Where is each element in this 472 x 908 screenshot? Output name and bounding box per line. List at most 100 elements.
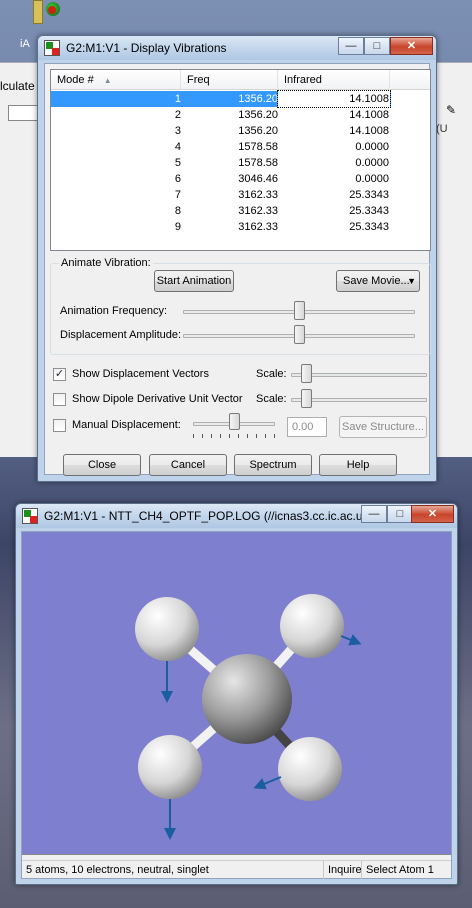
- table-row[interactable]: 9 3162.33 25.3343: [51, 219, 391, 235]
- display-vibrations-dialog: G2:M1:V1 - Display Vibrations — □ ✕ Mode…: [37, 35, 437, 482]
- cell-ir: 25.3343: [349, 205, 389, 217]
- cell-mode: 3: [174, 125, 181, 137]
- hydrogen-atom[interactable]: [278, 737, 342, 801]
- vector-scale-slider[interactable]: [301, 364, 312, 383]
- displacement-vector-arrow: [340, 634, 362, 646]
- show-dipole-checkbox[interactable]: [53, 393, 66, 406]
- manual-displacement-ticks: [193, 434, 275, 438]
- cell-ir: 0.0000: [355, 157, 389, 169]
- toolbar-edit-icon[interactable]: ✎: [446, 103, 456, 117]
- show-displacement-vectors-checkbox[interactable]: ✓: [53, 368, 66, 381]
- viewer-close-button[interactable]: ✕: [411, 505, 454, 523]
- cell-freq: 1578.58: [238, 157, 278, 169]
- spectrum-button[interactable]: Spectrum: [234, 454, 312, 476]
- gaussview-icon: [22, 508, 38, 524]
- scale-label: Scale:: [256, 368, 287, 380]
- cell-mode: 1: [174, 93, 181, 105]
- sort-arrow-icon: ▲: [103, 76, 112, 85]
- viewer-client: 5 atoms, 10 electrons, neutral, singlet …: [21, 531, 452, 879]
- carbon-atom[interactable]: [202, 654, 292, 744]
- cell-freq: 3162.33: [238, 205, 278, 217]
- toolbar-field[interactable]: [8, 105, 38, 121]
- table-row[interactable]: 2 1356.20 14.1008: [51, 107, 391, 123]
- cell-mode: 2: [174, 109, 181, 121]
- table-row[interactable]: 5 1578.58 0.0000: [51, 155, 391, 171]
- ch4-molecule-render[interactable]: [22, 532, 451, 855]
- column-mode[interactable]: Mode # ▲: [51, 70, 181, 90]
- cancel-button[interactable]: Cancel: [149, 454, 227, 476]
- hydrogen-atom[interactable]: [138, 735, 202, 799]
- cell-ir: 14.1008: [349, 109, 389, 121]
- save-structure-button[interactable]: Save Structure...: [339, 416, 427, 438]
- toolbar-dropdown[interactable]: (U: [436, 123, 448, 135]
- dialog-titlebar[interactable]: G2:M1:V1 - Display Vibrations — □ ✕: [38, 36, 436, 60]
- animate-vibration-group: Animate Vibration: Start Animation Save …: [50, 257, 431, 355]
- help-button[interactable]: Help: [319, 454, 397, 476]
- save-movie-button[interactable]: Save Movie... ▼: [336, 270, 420, 292]
- dialog-title: G2:M1:V1 - Display Vibrations: [66, 41, 227, 55]
- cell-mode: 9: [174, 221, 181, 233]
- status-inquire: Inquire: [323, 861, 362, 879]
- show-displacement-vectors-label: Show Displacement Vectors: [72, 368, 209, 380]
- viewer-minimize-button[interactable]: —: [361, 505, 387, 523]
- cell-freq: 1578.58: [238, 141, 278, 153]
- table-row[interactable]: 3 1356.20 14.1008: [51, 123, 391, 139]
- column-infrared[interactable]: Infrared: [278, 70, 390, 90]
- manual-displacement-checkbox[interactable]: [53, 419, 66, 432]
- cell-freq: 1356.20: [238, 125, 278, 137]
- cell-ir: 14.1008: [277, 90, 391, 108]
- table-row[interactable]: 7 3162.33 25.3343: [51, 187, 391, 203]
- cell-mode: 7: [174, 189, 181, 201]
- table-row[interactable]: 8 3162.33 25.3343: [51, 203, 391, 219]
- start-animation-button[interactable]: Start Animation: [154, 270, 234, 292]
- cell-freq: 3162.33: [238, 221, 278, 233]
- table-row[interactable]: 1 1356.20 14.1008: [51, 90, 391, 108]
- animation-frequency-slider[interactable]: [294, 301, 305, 320]
- table-row[interactable]: 6 3046.46 0.0000: [51, 171, 391, 187]
- cell-mode: 5: [174, 157, 181, 169]
- cell-freq: 1356.20: [238, 93, 278, 105]
- column-freq[interactable]: Freq: [181, 70, 278, 90]
- manual-displacement-slider[interactable]: [229, 413, 240, 430]
- status-select-atom: Select Atom 1: [361, 861, 434, 879]
- molecule-viewport[interactable]: [22, 532, 451, 855]
- table-row[interactable]: 4 1578.58 0.0000: [51, 139, 391, 155]
- vibration-modes-table[interactable]: Mode # ▲ Freq Infrared 1 1356.20 14.1008 2 13…: [50, 69, 431, 251]
- close-window-button[interactable]: ✕: [390, 37, 433, 55]
- displacement-amplitude-slider[interactable]: [294, 325, 305, 344]
- desktop-app-icon[interactable]: [30, 0, 70, 30]
- cell-ir: 25.3343: [349, 189, 389, 201]
- cell-mode: 6: [174, 173, 181, 185]
- viewer-statusbar: 5 atoms, 10 electrons, neutral, singlet …: [22, 860, 451, 879]
- viewer-titlebar[interactable]: G2:M1:V1 - NTT_CH4_OPTF_POP.LOG (//icnas…: [16, 504, 457, 528]
- calculate-menu[interactable]: lculate: [0, 79, 35, 93]
- dipole-scale-slider[interactable]: [301, 389, 312, 408]
- hydrogen-atom[interactable]: [135, 597, 199, 661]
- status-message: 5 atoms, 10 electrons, neutral, singlet: [26, 864, 209, 876]
- viewer-title: G2:M1:V1 - NTT_CH4_OPTF_POP.LOG (//icnas…: [44, 509, 373, 523]
- minimize-button[interactable]: —: [338, 37, 364, 55]
- cell-ir: 25.3343: [349, 221, 389, 233]
- cell-freq: 1356.20: [238, 109, 278, 121]
- cell-mode: 4: [174, 141, 181, 153]
- cell-ir: 0.0000: [355, 141, 389, 153]
- desktop-icon-label: iA: [20, 38, 30, 50]
- manual-displacement-input[interactable]: 0.00: [287, 417, 327, 437]
- table-header: Mode # ▲ Freq Infrared: [51, 70, 430, 90]
- show-dipole-label: Show Dipole Derivative Unit Vector: [72, 393, 243, 405]
- dipole-scale-label: Scale:: [256, 393, 287, 405]
- hydrogen-atom[interactable]: [280, 594, 344, 658]
- cell-ir: 0.0000: [355, 173, 389, 185]
- dropdown-arrow-icon: ▼: [407, 276, 416, 286]
- molecule-viewer-window: G2:M1:V1 - NTT_CH4_OPTF_POP.LOG (//icnas…: [15, 503, 458, 885]
- cell-ir: 14.1008: [349, 125, 389, 137]
- cell-freq: 3162.33: [238, 189, 278, 201]
- maximize-button[interactable]: □: [364, 37, 390, 55]
- viewer-maximize-button[interactable]: □: [387, 505, 413, 523]
- animate-vibration-label: Animate Vibration:: [59, 257, 153, 269]
- close-button[interactable]: Close: [63, 454, 141, 476]
- cell-freq: 3046.46: [238, 173, 278, 185]
- cell-mode: 8: [174, 205, 181, 217]
- displacement-vector-arrow: [253, 776, 282, 790]
- gaussview-icon: [44, 40, 60, 56]
